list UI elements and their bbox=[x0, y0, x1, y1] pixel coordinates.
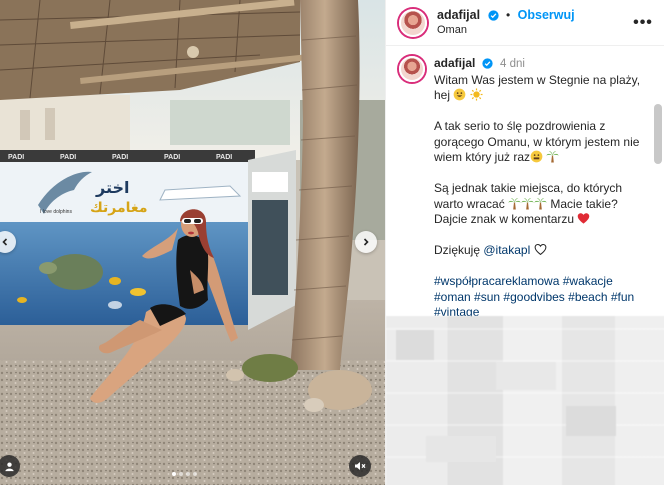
caption-body: adafijal 4 dni Witam Was jestem w Stegni… bbox=[434, 56, 650, 321]
palm-tree-emoji-icon bbox=[546, 151, 559, 163]
palm-tree-emoji-icon bbox=[534, 197, 547, 210]
post-side-panel: adafijal • Obserwuj Oman ••• adafijal 4 … bbox=[385, 0, 664, 485]
mention-link[interactable]: @itakapl bbox=[483, 243, 530, 257]
avatar[interactable] bbox=[399, 8, 427, 37]
caption-line-2: hej bbox=[434, 88, 650, 104]
caption-line-text: hej bbox=[434, 88, 451, 102]
red-heart-emoji-icon bbox=[578, 213, 590, 224]
header-separator: • bbox=[505, 8, 511, 22]
sun-emoji-icon bbox=[470, 88, 483, 101]
hashtag-link[interactable]: #fun bbox=[611, 290, 634, 304]
caption-line-text: Macie takie? bbox=[550, 196, 618, 211]
location-link[interactable]: Oman bbox=[437, 23, 632, 38]
caption-line-text: warto wracać bbox=[434, 196, 505, 211]
mural-small-text: I love dolphins bbox=[40, 209, 72, 215]
palm-tree-emoji-icon bbox=[508, 197, 521, 210]
caption-line: Witam Was jestem w Stegnie na plaży, bbox=[434, 72, 641, 87]
more-options-icon[interactable]: ••• bbox=[632, 14, 654, 32]
padi-banner-text: PADI bbox=[8, 154, 24, 161]
chevron-left-icon bbox=[2, 238, 8, 246]
palm-tree-emoji-icon bbox=[521, 197, 534, 210]
pixel-block bbox=[396, 330, 434, 360]
pixelated-comments bbox=[386, 316, 664, 485]
hashtag-link[interactable]: #wakacje bbox=[563, 274, 613, 288]
caption-line-7: warto wracać Macie takie? bbox=[434, 197, 650, 213]
carousel-dot bbox=[179, 472, 183, 476]
header-username[interactable]: adafijal bbox=[437, 8, 480, 22]
pixel-block bbox=[496, 362, 556, 390]
hashtags: #współpracareklamowa #wakacje #oman #sun… bbox=[434, 274, 650, 321]
caption-line-text: wiem który już raz bbox=[434, 150, 531, 164]
post-media[interactable]: PADI PADI PADI PADI PADI اختر مغامرتك I lov… bbox=[0, 0, 385, 485]
svg-text:PADI: PADI bbox=[112, 154, 128, 161]
thanks-text: Dziękuję bbox=[434, 243, 481, 257]
heart-outline-icon bbox=[534, 243, 546, 256]
caption-scrollbar[interactable] bbox=[654, 104, 662, 164]
caption-username[interactable]: adafijal bbox=[434, 56, 475, 70]
svg-text:PADI: PADI bbox=[216, 154, 232, 161]
caption-line: Są jednak takie miejsca, do których bbox=[434, 181, 623, 195]
muted-speaker-icon bbox=[355, 462, 366, 470]
verified-badge-icon bbox=[482, 58, 493, 69]
next-photo-button[interactable] bbox=[355, 231, 377, 253]
hashtag-link[interactable]: #goodvibes bbox=[503, 290, 564, 304]
carousel-dots bbox=[172, 472, 197, 476]
svg-text:PADI: PADI bbox=[164, 154, 180, 161]
chevron-right-icon bbox=[363, 238, 369, 246]
svg-text:PADI: PADI bbox=[60, 154, 76, 161]
mural-heading-2: مغامرتك bbox=[90, 200, 148, 216]
user-tag-icon bbox=[4, 461, 14, 471]
caption-line-8: Dajcie znak w komentarzu bbox=[434, 212, 650, 228]
pixel-block bbox=[426, 436, 496, 462]
hashtag-link[interactable]: #oman bbox=[434, 290, 471, 304]
instagram-post: PADI PADI PADI PADI PADI اختر مغامرتك I lov… bbox=[0, 0, 664, 485]
mural-heading-1: اختر bbox=[95, 178, 130, 197]
caption-thanks: Dziękuję @itakapl bbox=[434, 243, 650, 259]
grimace-emoji-icon bbox=[530, 150, 543, 163]
carousel-dot bbox=[172, 472, 176, 476]
pixel-block bbox=[566, 406, 616, 436]
hashtag-link[interactable]: #współpracareklamowa bbox=[434, 274, 559, 288]
caption-line: gorącego Omanu, w którym jestem nie bbox=[434, 134, 640, 149]
caption-line: A tak serio to ślę pozdrowienia z bbox=[434, 119, 606, 133]
mute-button[interactable] bbox=[349, 455, 371, 477]
carousel-dot bbox=[186, 472, 190, 476]
caption-line-5: wiem który już raz bbox=[434, 150, 650, 166]
caption-line-text: Dajcie znak w komentarzu bbox=[434, 212, 575, 226]
caption-avatar[interactable] bbox=[399, 56, 425, 82]
hashtag-link[interactable]: #beach bbox=[568, 290, 607, 304]
hashtag-link[interactable]: #sun bbox=[474, 290, 500, 304]
carousel-dot bbox=[193, 472, 197, 476]
post-time[interactable]: 4 dni bbox=[500, 58, 525, 70]
grinning-sweat-emoji-icon bbox=[454, 88, 466, 101]
header-text: adafijal • Obserwuj Oman bbox=[437, 7, 632, 38]
caption: adafijal 4 dni Witam Was jestem w Stegni… bbox=[386, 46, 664, 321]
post-header: adafijal • Obserwuj Oman ••• bbox=[386, 0, 664, 46]
verified-badge-icon bbox=[487, 10, 499, 21]
beach-photo: PADI PADI PADI PADI PADI اختر مغامرتك I lov… bbox=[0, 0, 385, 485]
follow-button[interactable]: Obserwuj bbox=[518, 8, 575, 22]
comments-area[interactable]: adafijal 4 dni Witam Was jestem w Stegni… bbox=[386, 46, 664, 485]
